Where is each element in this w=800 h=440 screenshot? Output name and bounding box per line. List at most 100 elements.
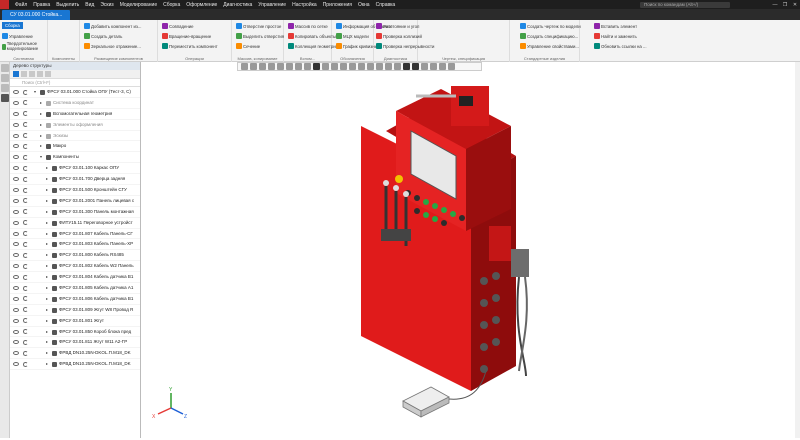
expand-caret-icon[interactable]: ▸: [46, 305, 48, 316]
view-tool-icon[interactable]: [367, 63, 374, 70]
visibility-eye-icon[interactable]: [13, 100, 19, 105]
edit-state-icon[interactable]: [23, 252, 28, 258]
edit-state-icon[interactable]: [23, 220, 28, 226]
tree-row[interactable]: ▾ Компоненты: [10, 152, 140, 164]
visibility-eye-icon[interactable]: [13, 177, 19, 182]
edit-state-icon[interactable]: [23, 241, 28, 247]
visibility-eye-icon[interactable]: [13, 275, 19, 280]
view-tool-icon[interactable]: [286, 63, 293, 70]
edit-state-icon[interactable]: [23, 209, 28, 215]
ribbon-command[interactable]: Управление свойствами...: [520, 43, 579, 49]
view-tool-icon[interactable]: [241, 63, 248, 70]
expand-caret-icon[interactable]: ▸: [40, 109, 42, 120]
edit-state-icon[interactable]: [23, 361, 28, 367]
menu-item[interactable]: Приложения: [323, 2, 352, 8]
3d-viewport[interactable]: Y X Z: [141, 71, 800, 438]
expand-caret-icon[interactable]: ▸: [46, 196, 48, 207]
view-tool-icon[interactable]: [313, 63, 320, 70]
ribbon-command[interactable]: Вращение-вращение: [162, 33, 211, 39]
visibility-eye-icon[interactable]: [13, 155, 19, 160]
tree-row[interactable]: ▸ ФРСУ 03.01.500 Кронштейн СГУ: [10, 185, 140, 196]
expand-caret-icon[interactable]: ▸: [46, 337, 48, 348]
visibility-eye-icon[interactable]: [13, 340, 19, 345]
view-tool-icon[interactable]: [268, 63, 275, 70]
ribbon-command[interactable]: Добавить компонент из...: [84, 23, 141, 29]
menu-panel-icon[interactable]: [1, 94, 9, 102]
edit-state-icon[interactable]: [23, 350, 28, 356]
sort-icon[interactable]: [21, 71, 27, 77]
expand-caret-icon[interactable]: ▸: [40, 141, 42, 152]
expand-caret-icon[interactable]: ▸: [46, 316, 48, 327]
edit-state-icon[interactable]: [23, 111, 28, 117]
visibility-eye-icon[interactable]: [13, 264, 19, 269]
visibility-eye-icon[interactable]: [13, 253, 19, 258]
menu-item[interactable]: Моделирование: [120, 2, 157, 8]
visibility-eye-icon[interactable]: [13, 144, 19, 149]
tree-row[interactable]: ▸ ФРСУ 03.01.805 Кабель датчика А1: [10, 283, 140, 294]
expand-caret-icon[interactable]: ▸: [40, 98, 42, 109]
expand-caret-icon[interactable]: ▾: [34, 87, 36, 98]
ribbon-command[interactable]: Зеркальное отражение...: [84, 43, 141, 49]
tree-row[interactable]: ▸ ФРВД DN10.25N-DKOL.П.М18_DK: [10, 359, 140, 371]
model-view[interactable]: Y X Z: [141, 71, 800, 438]
view-tool-icon[interactable]: [412, 63, 419, 70]
tree-row[interactable]: ▸ ФРСУ 03.01.300 Панель монтажная: [10, 207, 140, 218]
visibility-eye-icon[interactable]: [13, 209, 19, 214]
tree-row[interactable]: ▸ ФИТУ15.11 Переговорное устройст: [10, 218, 140, 229]
edit-state-icon[interactable]: [23, 89, 28, 95]
settings-icon[interactable]: [45, 71, 51, 77]
edit-state-icon[interactable]: [23, 318, 28, 324]
tree-row[interactable]: ▸ ФРСУ 03.01.801 Жгут: [10, 316, 140, 327]
ribbon-command[interactable]: Создать деталь: [84, 33, 122, 39]
filter-icon[interactable]: [13, 71, 19, 77]
edit-state-icon[interactable]: [23, 176, 28, 182]
menu-item[interactable]: Настройка: [292, 2, 317, 8]
layers-panel-icon[interactable]: [1, 84, 9, 92]
view-tool-icon[interactable]: [403, 63, 410, 70]
menu-item[interactable]: Диагностика: [223, 2, 252, 8]
view-tool-icon[interactable]: [259, 63, 266, 70]
expand-caret-icon[interactable]: ▸: [46, 261, 48, 272]
edit-state-icon[interactable]: [23, 285, 28, 291]
expand-caret-icon[interactable]: ▸: [46, 239, 48, 250]
edit-state-icon[interactable]: [23, 198, 28, 204]
expand-caret-icon[interactable]: ▸: [46, 250, 48, 261]
tree-row[interactable]: ▸ ФРСУ 03.01.804 Кабель датчика В1: [10, 272, 140, 284]
ribbon-command[interactable]: Совпадение: [162, 23, 194, 29]
edit-state-icon[interactable]: [23, 133, 28, 139]
group-icon[interactable]: [29, 71, 35, 77]
visibility-eye-icon[interactable]: [13, 329, 19, 334]
command-search-input[interactable]: Поиск по командам (Alt+/): [640, 1, 730, 8]
visibility-eye-icon[interactable]: [13, 122, 19, 127]
tree-row[interactable]: ▸ Система координат: [10, 98, 140, 109]
view-tool-icon[interactable]: [448, 63, 455, 70]
ribbon-command[interactable]: Создать чертеж по модели: [520, 23, 581, 29]
menu-item[interactable]: Окна: [358, 2, 370, 8]
view-tool-icon[interactable]: [277, 63, 284, 70]
tree-row[interactable]: ▸ ФРСУ 03.01.811 Жгут W11 A2-ГР: [10, 337, 140, 349]
visibility-eye-icon[interactable]: [13, 351, 19, 356]
expand-caret-icon[interactable]: ▸: [46, 272, 48, 283]
menu-item[interactable]: Эскиз: [100, 2, 113, 8]
visibility-eye-icon[interactable]: [13, 286, 19, 291]
tree-row[interactable]: ▸ Макро: [10, 141, 140, 153]
expand-caret-icon[interactable]: ▸: [46, 359, 48, 370]
edit-state-icon[interactable]: [23, 231, 28, 237]
tree-row[interactable]: ▸ ФРСУ 03.01.803 Кабель Панель-ХР: [10, 239, 140, 251]
viewport-scrollbar[interactable]: [795, 62, 800, 438]
ribbon-command[interactable]: Копировать объекты: [288, 33, 336, 39]
menu-item[interactable]: Управление: [258, 2, 286, 8]
view-tool-icon[interactable]: [421, 63, 428, 70]
ribbon-command[interactable]: Вставить элемент: [594, 23, 637, 29]
ribbon-command[interactable]: МЦХ модели: [336, 33, 369, 39]
display-icon[interactable]: [37, 71, 43, 77]
edit-state-icon[interactable]: [23, 143, 28, 149]
ribbon-command[interactable]: Создать спецификацию...: [520, 33, 578, 39]
ribbon-command[interactable]: Проверка коллизий: [376, 33, 422, 39]
menu-item[interactable]: Сборка: [163, 2, 180, 8]
tree-row[interactable]: ▸ ФРСУ 03.01.100 Каркас ОПУ: [10, 163, 140, 175]
visibility-eye-icon[interactable]: [13, 166, 19, 171]
visibility-eye-icon[interactable]: [13, 362, 19, 367]
ribbon-command[interactable]: Массив по сетке: [288, 23, 328, 29]
expand-caret-icon[interactable]: ▸: [40, 131, 42, 142]
